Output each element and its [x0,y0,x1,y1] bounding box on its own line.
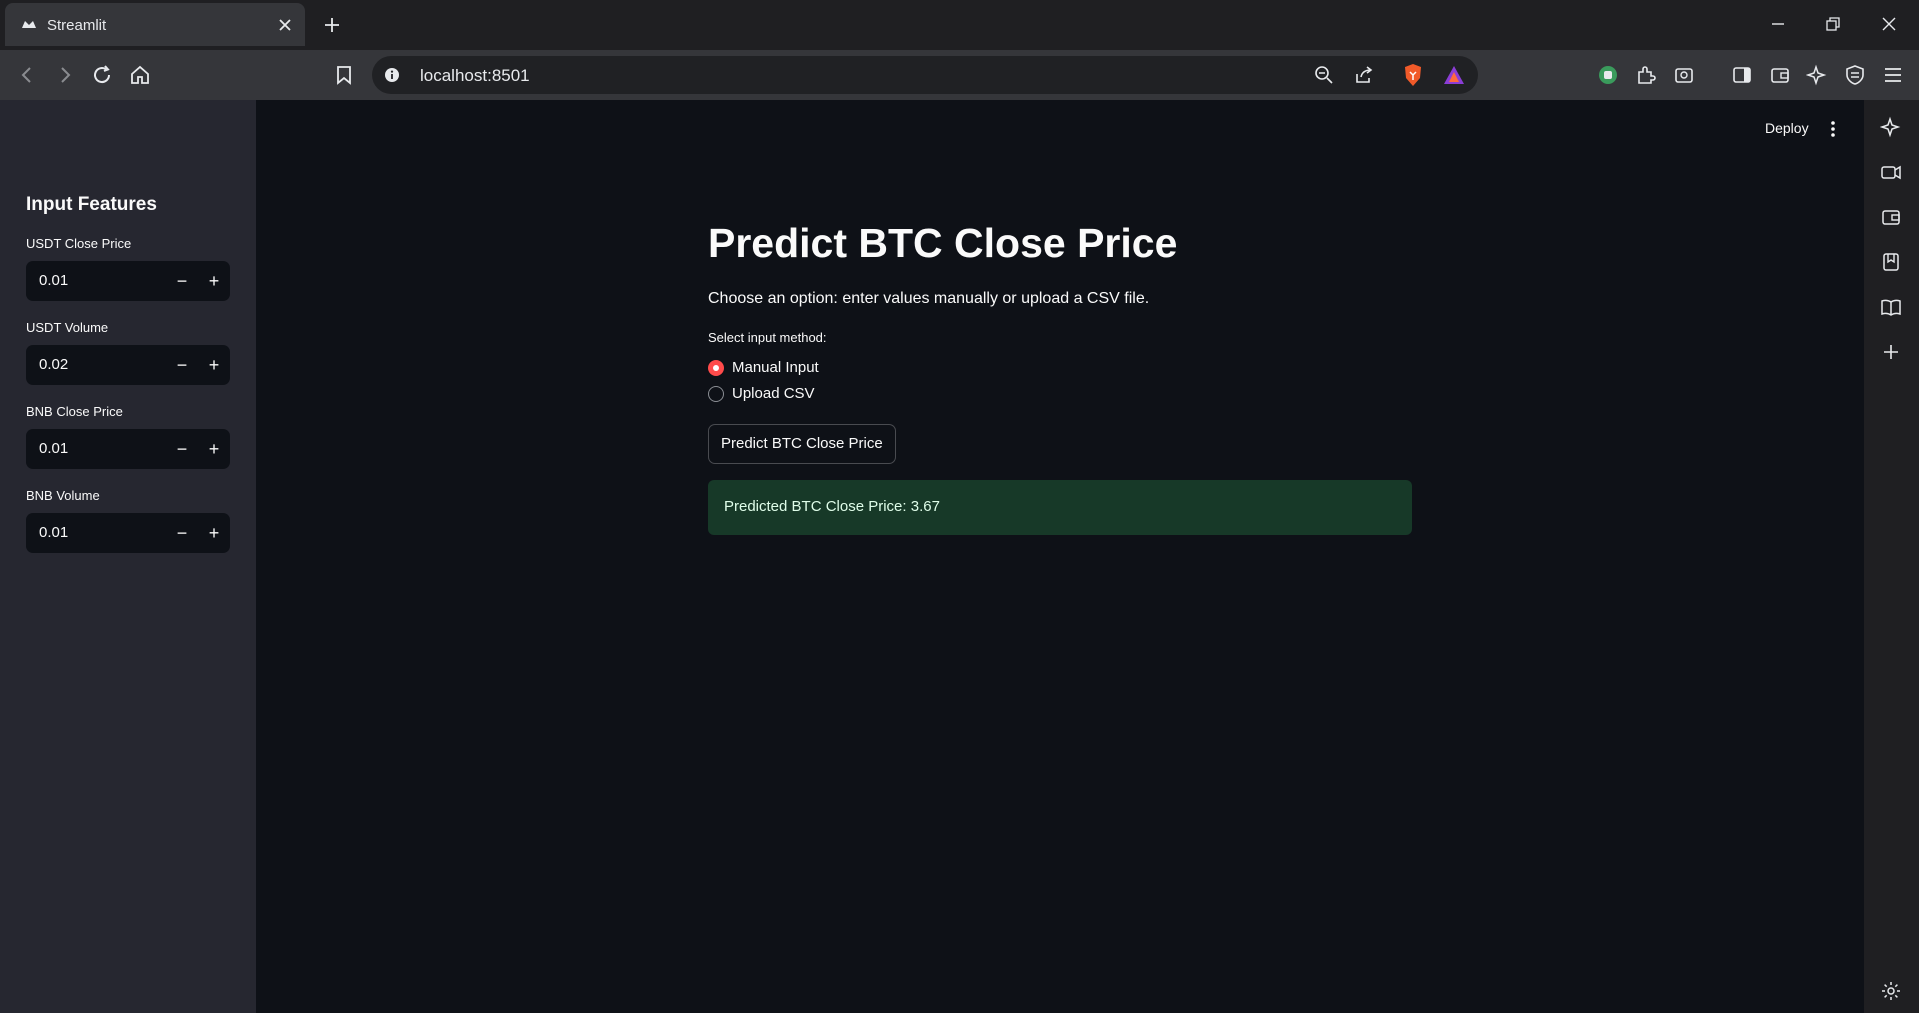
url-text[interactable]: localhost:8501 [420,66,530,86]
prediction-result-text: Predicted BTC Close Price: 3.67 [724,498,940,515]
prediction-result-alert: Predicted BTC Close Price: 3.67 [708,480,1412,535]
page-description: Choose an option: enter values manually … [708,290,1150,307]
menu-icon[interactable] [1882,64,1904,86]
usdt-close-price-label: USDT Close Price [26,236,132,251]
bnb-close-price-input[interactable]: 0.01 − + [26,429,230,469]
usdt-close-price-input[interactable]: 0.01 − + [26,261,230,301]
usdt-close-price-value[interactable]: 0.01 [39,272,68,289]
site-info-icon[interactable] [384,67,400,83]
new-tab-icon[interactable] [322,15,342,35]
minimize-icon[interactable] [1766,12,1790,36]
increment-button[interactable]: + [198,429,230,469]
extension-green-icon[interactable] [1597,64,1619,86]
predict-button[interactable]: Predict BTC Close Price [708,424,896,464]
address-bar[interactable]: localhost:8501 [372,56,1478,94]
bnb-volume-label: BNB Volume [26,488,100,503]
wallet-icon[interactable] [1769,64,1791,86]
close-tab-icon[interactable] [278,18,292,32]
bnb-volume-input[interactable]: 0.01 − + [26,513,230,553]
usdt-volume-label: USDT Volume [26,320,109,335]
home-icon[interactable] [129,64,151,86]
vpn-icon[interactable] [1844,64,1866,86]
wallet-side-icon[interactable] [1880,206,1902,228]
decrement-button[interactable]: − [166,261,198,301]
usdt-volume-value[interactable]: 0.02 [39,356,68,373]
tab-title: Streamlit [47,17,107,34]
add-panel-icon[interactable] [1880,341,1902,363]
page-title: Predict BTC Close Price [708,220,1178,266]
radio-option-label[interactable]: Manual Input [732,359,819,376]
settings-gear-icon[interactable] [1880,980,1902,1002]
increment-button[interactable]: + [198,345,230,385]
browser-side-rail [1864,100,1919,1013]
radio-selected-icon[interactable] [708,360,724,376]
reload-icon[interactable] [91,64,113,86]
main-content: Deploy Predict BTC Close Price Choose an… [256,100,1864,1013]
decrement-button[interactable]: − [166,345,198,385]
increment-button[interactable]: + [198,513,230,553]
bookmark-icon[interactable] [333,64,355,86]
radio-upload-csv[interactable]: Upload CSV [708,383,908,405]
extensions-icon[interactable] [1635,64,1657,86]
bnb-volume-value[interactable]: 0.01 [39,524,68,541]
streamlit-favicon-icon [22,21,36,28]
leo-ai-icon[interactable] [1806,64,1828,86]
radio-group-label: Select input method: [708,330,827,345]
leo-ai-side-icon[interactable] [1880,116,1902,138]
share-icon[interactable] [1354,65,1374,85]
radio-option-label[interactable]: Upload CSV [732,385,815,402]
back-icon[interactable] [16,64,38,86]
search-tab-icon[interactable] [1673,64,1695,86]
browser-tab-bar: Streamlit [0,0,1919,50]
usdt-volume-input[interactable]: 0.02 − + [26,345,230,385]
browser-toolbar: localhost:8501 [0,50,1919,100]
sidebar-toggle-icon[interactable] [1731,64,1753,86]
bnb-close-price-value[interactable]: 0.01 [39,440,68,457]
sidebar: Input Features USDT Close Price 0.01 − +… [0,100,256,1013]
main-menu-icon[interactable] [1829,118,1837,140]
brave-shields-icon[interactable] [1402,63,1424,87]
forward-icon[interactable] [54,64,76,86]
radio-unselected-icon[interactable] [708,386,724,402]
decrement-button[interactable]: − [166,513,198,553]
deploy-button[interactable]: Deploy [1765,120,1809,136]
increment-button[interactable]: + [198,261,230,301]
browser-tab[interactable]: Streamlit [5,3,305,46]
bookmarks-side-icon[interactable] [1880,251,1902,273]
restore-icon[interactable] [1821,12,1845,36]
sidebar-title: Input Features [26,194,157,215]
talk-icon[interactable] [1880,161,1902,183]
decrement-button[interactable]: − [166,429,198,469]
reading-list-icon[interactable] [1880,296,1902,318]
radio-manual-input[interactable]: Manual Input [708,357,908,379]
zoom-icon[interactable] [1314,65,1334,85]
brave-rewards-icon[interactable] [1443,65,1465,85]
bnb-close-price-label: BNB Close Price [26,404,123,419]
close-window-icon[interactable] [1877,12,1901,36]
